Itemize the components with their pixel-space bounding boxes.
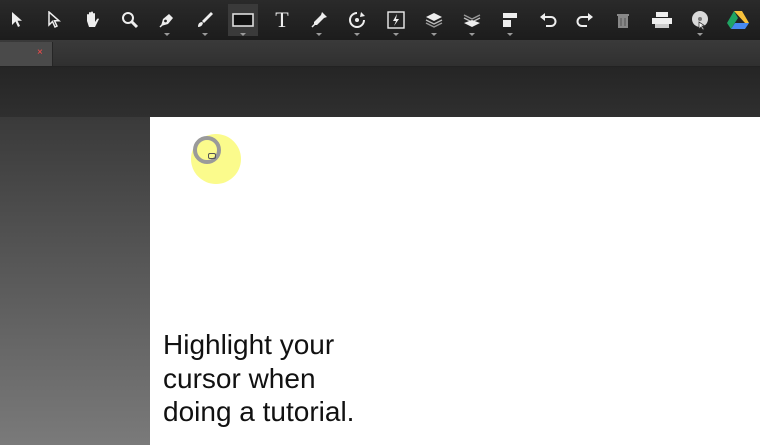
chevron-down-icon [164, 33, 170, 36]
align-tool[interactable] [495, 4, 525, 36]
chevron-down-icon [316, 33, 322, 36]
rotate-tool[interactable] [342, 4, 372, 36]
rectangle-tool[interactable] [228, 4, 258, 36]
eyedropper-tool[interactable] [304, 4, 334, 36]
chevron-down-icon [469, 33, 475, 36]
magnifier-icon [122, 12, 139, 29]
brush-icon [198, 12, 213, 27]
text-tool[interactable]: T [267, 4, 297, 36]
cursor-icon [208, 153, 216, 159]
chevron-down-icon [697, 33, 703, 36]
print-button[interactable] [647, 4, 677, 36]
brush-tool[interactable] [190, 4, 220, 36]
hand-icon [87, 11, 99, 27]
hand-tool[interactable] [77, 4, 107, 36]
document-tab-bar: × [0, 40, 760, 67]
align-icon [503, 13, 517, 27]
bring-forward-tool[interactable] [419, 4, 449, 36]
top-ruler-area [0, 67, 760, 117]
eyedropper-icon [311, 12, 327, 28]
chevron-down-icon [393, 33, 399, 36]
delete-button[interactable] [608, 4, 638, 36]
save-disc-button[interactable] [685, 4, 715, 36]
undo-button[interactable] [533, 4, 563, 36]
chevron-down-icon [507, 33, 513, 36]
toolbar: T [0, 0, 760, 40]
layers-up-icon [425, 13, 443, 28]
caption-line: Highlight your [163, 329, 335, 360]
rotate-icon [349, 12, 365, 28]
pen-nib-icon [159, 14, 173, 28]
trash-icon [617, 14, 629, 28]
redo-button[interactable] [570, 4, 600, 36]
pen-tool[interactable] [152, 4, 182, 36]
rectangle-icon [232, 13, 254, 27]
layers-down-icon [463, 14, 481, 27]
google-drive-button[interactable] [723, 4, 753, 36]
close-icon[interactable]: × [37, 48, 45, 58]
lightning-box-icon [387, 11, 405, 29]
effects-tool[interactable] [381, 4, 411, 36]
disc-icon [692, 11, 708, 31]
chevron-down-icon [202, 33, 208, 36]
zoom-tool[interactable] [115, 4, 145, 36]
redo-icon [576, 13, 593, 27]
document-tab[interactable]: × [0, 42, 53, 66]
caption-line: cursor when [163, 362, 316, 394]
caption-line: doing a tutorial. [163, 396, 355, 427]
text-T-icon: T [275, 7, 289, 32]
send-backward-tool[interactable] [457, 4, 487, 36]
google-drive-icon [727, 11, 749, 29]
undo-icon [540, 13, 557, 27]
chevron-down-icon [240, 33, 246, 36]
arrow-icon [12, 12, 22, 27]
pointer-tool[interactable] [2, 4, 32, 36]
chevron-down-icon [431, 33, 437, 36]
chevron-down-icon [354, 33, 360, 36]
hollow-arrow-icon [48, 11, 61, 29]
direct-select-tool[interactable] [39, 4, 69, 36]
left-ruler-area [0, 117, 150, 445]
printer-icon [652, 12, 672, 28]
canvas-caption: Highlight your cursor when doing a tutor… [163, 328, 483, 429]
cursor-ring [193, 136, 221, 164]
